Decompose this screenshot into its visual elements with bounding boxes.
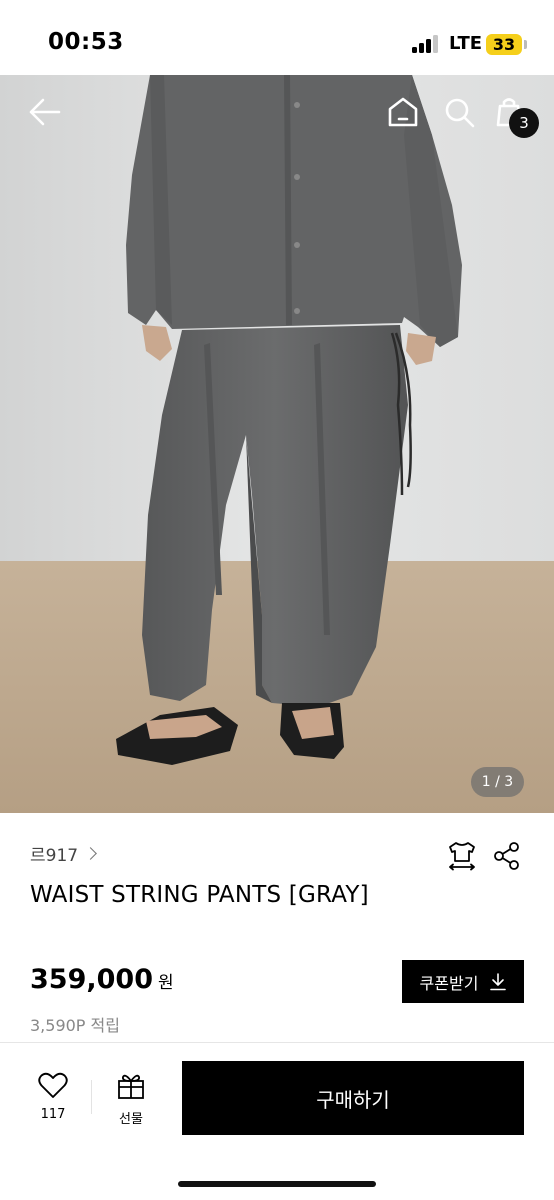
like-count: 117: [40, 1107, 66, 1122]
product-image-gallery[interactable]: 3: [0, 75, 554, 813]
search-icon: [445, 98, 475, 128]
product-price: 359,000: [30, 964, 153, 995]
coupon-button[interactable]: 쿠폰받기: [402, 960, 524, 1003]
home-indicator: [178, 1181, 376, 1187]
section-divider: [0, 1042, 554, 1043]
buy-label: 구매하기: [316, 1087, 390, 1112]
buy-button[interactable]: 구매하기: [182, 1061, 524, 1135]
cart-count-badge: 3: [509, 108, 539, 138]
product-photo[interactable]: [0, 75, 554, 813]
gift-icon: [118, 1074, 144, 1099]
status-bar: 00:53 LTE 33: [0, 0, 554, 75]
chevron-right-icon: [84, 846, 97, 860]
coupon-label: 쿠폰받기: [419, 973, 479, 993]
cart-button[interactable]: 3: [494, 95, 540, 141]
share-button[interactable]: [492, 841, 522, 875]
back-button[interactable]: [28, 95, 62, 129]
brand-name: 르917: [30, 845, 79, 866]
status-time: 00:53: [48, 29, 124, 55]
battery-tip: [524, 40, 527, 49]
home-icon: [388, 97, 418, 127]
home-button[interactable]: [386, 95, 420, 129]
download-icon: [490, 972, 507, 990]
bottom-bar-separator: [91, 1080, 92, 1114]
brand-link[interactable]: 르917: [30, 841, 97, 866]
gift-label: 선물: [119, 1112, 143, 1127]
size-guide-button[interactable]: [446, 839, 478, 875]
cellular-signal-icon: [412, 35, 442, 53]
heart-icon: [38, 1072, 68, 1098]
like-button[interactable]: 117: [26, 1072, 80, 1122]
share-icon: [494, 842, 519, 870]
size-guide-icon: [449, 842, 475, 871]
gallery-page-indicator: 1 / 3: [471, 767, 524, 797]
search-button[interactable]: [442, 95, 476, 129]
price-currency: 원: [157, 973, 174, 993]
reward-points: 3,590P 적립: [30, 1016, 120, 1035]
back-arrow-icon: [29, 98, 61, 126]
network-type: LTE: [449, 33, 483, 54]
gift-button[interactable]: 선물: [103, 1072, 159, 1127]
product-title: WAIST STRING PANTS [GRAY]: [30, 882, 369, 908]
battery-indicator: 33: [486, 34, 522, 55]
price-row: 359,000 원: [30, 964, 174, 995]
